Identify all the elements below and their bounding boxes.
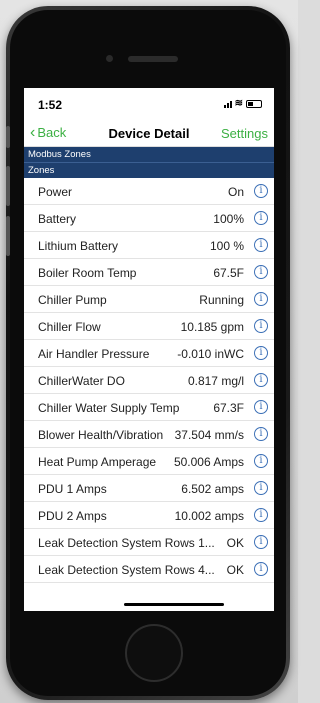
info-icon[interactable]: i xyxy=(254,373,268,387)
phone-screen: 1:52 ≋ ‹ Back Device Detail Settings Mod… xyxy=(24,88,274,611)
section-header-modbus-zones: Modbus Zones xyxy=(24,147,274,162)
row-value: 10.002 amps xyxy=(174,509,244,523)
row-value: OK xyxy=(226,563,244,577)
row-label: Leak Detection System Rows 1... xyxy=(38,536,215,550)
home-button[interactable] xyxy=(125,624,183,682)
status-bar: 1:52 ≋ xyxy=(24,88,274,120)
wifi-icon: ≋ xyxy=(234,98,243,109)
info-icon[interactable]: i xyxy=(254,184,268,198)
list-item[interactable]: Chiller Pump Running i xyxy=(24,286,274,313)
front-camera xyxy=(106,55,113,62)
zone-list: Power On i Battery 100% i Lithium Batter… xyxy=(24,178,274,583)
info-icon[interactable]: i xyxy=(254,265,268,279)
signal-icon xyxy=(223,100,232,108)
row-label: Heat Pump Amperage xyxy=(38,455,157,469)
info-icon[interactable]: i xyxy=(254,535,268,549)
earpiece-speaker xyxy=(128,56,178,62)
list-item[interactable]: PDU 1 Amps 6.502 amps i xyxy=(24,475,274,502)
row-label: Chiller Flow xyxy=(38,320,101,334)
list-item[interactable]: PDU 2 Amps 10.002 amps i xyxy=(24,502,274,529)
info-icon[interactable]: i xyxy=(254,454,268,468)
settings-button[interactable]: Settings xyxy=(221,126,268,141)
status-icons: ≋ xyxy=(223,98,262,109)
row-label: Lithium Battery xyxy=(38,239,119,253)
list-item[interactable]: Lithium Battery 100 % i xyxy=(24,232,274,259)
row-value: 100 % xyxy=(209,239,244,253)
list-item[interactable]: Power On i xyxy=(24,178,274,205)
info-icon[interactable]: i xyxy=(254,292,268,306)
info-icon[interactable]: i xyxy=(254,427,268,441)
info-icon[interactable]: i xyxy=(254,211,268,225)
info-icon[interactable]: i xyxy=(254,319,268,333)
row-label: Air Handler Pressure xyxy=(38,347,150,361)
row-value: Running xyxy=(199,293,244,307)
row-value: 67.3F xyxy=(213,401,244,415)
list-item[interactable]: Air Handler Pressure -0.010 inWC i xyxy=(24,340,274,367)
row-label: Chiller Pump xyxy=(38,293,107,307)
list-item[interactable]: Leak Detection System Rows 4... OK i xyxy=(24,556,274,583)
info-icon[interactable]: i xyxy=(254,346,268,360)
home-indicator[interactable] xyxy=(124,603,224,606)
row-label: Power xyxy=(38,185,73,199)
row-label: Chiller Water Supply Temp xyxy=(38,401,180,415)
row-label: ChillerWater DO xyxy=(38,374,125,388)
row-value: 67.5F xyxy=(213,266,244,280)
info-icon[interactable]: i xyxy=(254,562,268,576)
row-label: Battery xyxy=(38,212,77,226)
status-time: 1:52 xyxy=(38,98,63,112)
row-label: PDU 1 Amps xyxy=(38,482,107,496)
row-value: On xyxy=(227,185,244,199)
list-item[interactable]: Boiler Room Temp 67.5F i xyxy=(24,259,274,286)
row-value: 100% xyxy=(213,212,244,226)
info-icon[interactable]: i xyxy=(254,481,268,495)
row-value: 37.504 mm/s xyxy=(174,428,244,442)
row-value: OK xyxy=(226,536,244,550)
photo-background: 1:52 ≋ ‹ Back Device Detail Settings Mod… xyxy=(0,0,298,703)
list-item[interactable]: Chiller Water Supply Temp 67.3F i xyxy=(24,394,274,421)
list-item[interactable]: ChillerWater DO 0.817 mg/l i xyxy=(24,367,274,394)
info-icon[interactable]: i xyxy=(254,238,268,252)
row-label: PDU 2 Amps xyxy=(38,509,107,523)
info-icon[interactable]: i xyxy=(254,400,268,414)
row-value: 50.006 Amps xyxy=(173,455,244,469)
list-item[interactable]: Leak Detection System Rows 1... OK i xyxy=(24,529,274,556)
list-item[interactable]: Battery 100% i xyxy=(24,205,274,232)
row-value: 0.817 mg/l xyxy=(187,374,244,388)
row-label: Leak Detection System Rows 4... xyxy=(38,563,215,577)
list-item[interactable]: Heat Pump Amperage 50.006 Amps i xyxy=(24,448,274,475)
row-value: 6.502 amps xyxy=(181,482,244,496)
navigation-bar: ‹ Back Device Detail Settings xyxy=(24,120,274,147)
row-value: 10.185 gpm xyxy=(180,320,244,334)
list-item[interactable]: Blower Health/Vibration 37.504 mm/s i xyxy=(24,421,274,448)
battery-icon xyxy=(246,99,262,108)
list-item[interactable]: Chiller Flow 10.185 gpm i xyxy=(24,313,274,340)
row-value: -0.010 inWC xyxy=(177,347,244,361)
section-header-zones: Zones xyxy=(24,162,274,178)
row-label: Blower Health/Vibration xyxy=(38,428,164,442)
row-label: Boiler Room Temp xyxy=(38,266,137,280)
info-icon[interactable]: i xyxy=(254,508,268,522)
